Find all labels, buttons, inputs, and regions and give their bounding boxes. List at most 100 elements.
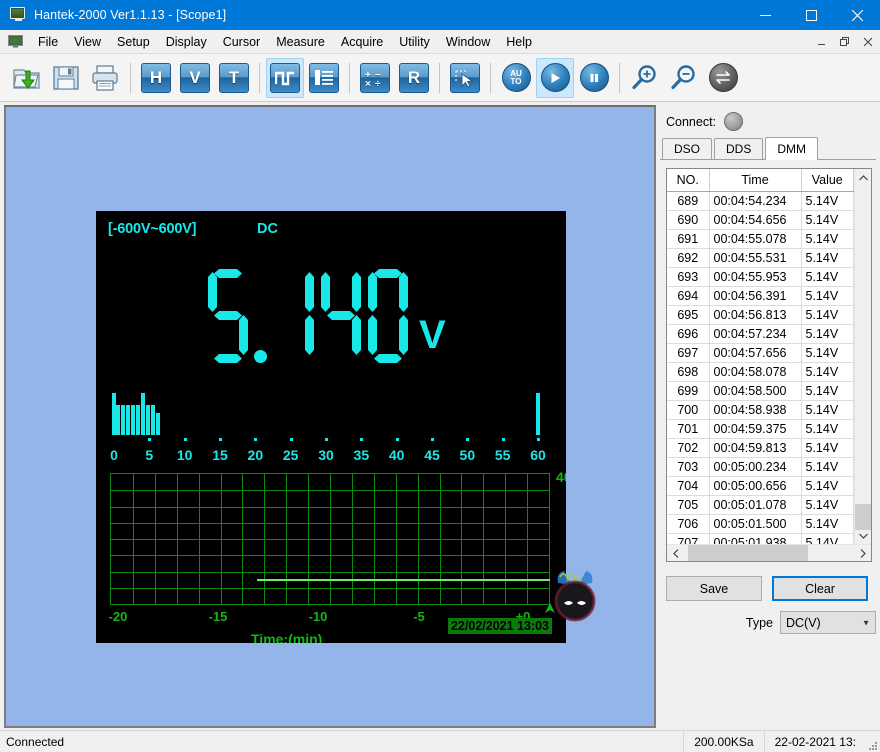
- toolbar-separator-2: [259, 62, 260, 93]
- table-row[interactable]: 706 00:05:01.500 5.14V: [667, 514, 854, 534]
- close-button[interactable]: [834, 0, 880, 30]
- voltage-trend-chart: [110, 473, 550, 605]
- cell-value: 5.14V: [801, 514, 854, 534]
- menu-window[interactable]: Window: [438, 32, 498, 52]
- cell-time: 00:04:58.500: [709, 381, 802, 401]
- cell-value: 5.14V: [801, 362, 854, 382]
- trend-xtick-1: -15: [208, 609, 228, 624]
- table-row[interactable]: 698 00:04:58.078 5.14V: [667, 362, 854, 382]
- measure-list-button[interactable]: [305, 58, 343, 98]
- scroll-thumb[interactable]: [855, 504, 871, 530]
- menu-display[interactable]: Display: [158, 32, 215, 52]
- panel-tabstrip: DSO DDS DMM: [660, 137, 876, 160]
- table-horizontal-scrollbar[interactable]: [667, 544, 871, 561]
- column-header-value[interactable]: Value: [801, 169, 854, 192]
- trigger-glyph: T: [228, 67, 240, 87]
- table-header-row: NO. Time Value: [667, 169, 854, 192]
- trend-ymax-label: 40V: [556, 469, 566, 485]
- table-row[interactable]: 697 00:04:57.656 5.14V: [667, 343, 854, 363]
- maximize-button[interactable]: [788, 0, 834, 30]
- table-row[interactable]: 707 00:05:01.938 5.14V: [667, 533, 854, 544]
- connect-led-icon: [724, 112, 744, 131]
- table-vertical-scrollbar[interactable]: [854, 169, 871, 544]
- table-row[interactable]: 699 00:04:58.500 5.14V: [667, 381, 854, 401]
- decimal-point: [253, 267, 269, 365]
- scroll-up-arrow-icon[interactable]: [855, 169, 871, 186]
- table-row[interactable]: 690 00:04:54.656 5.14V: [667, 210, 854, 230]
- menu-file[interactable]: File: [30, 32, 66, 52]
- zoom-out-button[interactable]: [665, 58, 703, 98]
- tab-dso[interactable]: DSO: [662, 138, 713, 159]
- cursor-select-icon: [450, 62, 480, 93]
- print-button[interactable]: [86, 58, 124, 98]
- auto-button[interactable]: AU TO: [497, 58, 535, 98]
- column-header-time[interactable]: Time: [709, 169, 802, 192]
- child-minimize-button[interactable]: [811, 33, 833, 51]
- table-row[interactable]: 700 00:04:58.938 5.14V: [667, 400, 854, 420]
- scroll-track[interactable]: [855, 186, 871, 530]
- horizontal-button[interactable]: H: [137, 58, 175, 98]
- menu-help[interactable]: Help: [498, 32, 540, 52]
- refresh-button[interactable]: [704, 58, 742, 98]
- minimize-button[interactable]: [742, 0, 788, 30]
- run-button[interactable]: [536, 57, 574, 98]
- tab-dmm[interactable]: DMM: [765, 137, 819, 160]
- child-restore-button[interactable]: [834, 33, 856, 51]
- cell-time: 00:04:56.813: [709, 305, 802, 325]
- trigger-button[interactable]: T: [215, 58, 253, 98]
- dmm-reading: V: [206, 267, 446, 365]
- scroll-left-arrow-icon[interactable]: [667, 545, 684, 562]
- menu-cursor[interactable]: Cursor: [215, 32, 269, 52]
- vertical-button[interactable]: V: [176, 58, 214, 98]
- save-button[interactable]: [47, 58, 85, 98]
- hscroll-thumb[interactable]: [688, 544, 808, 561]
- table-row[interactable]: 692 00:04:55.531 5.14V: [667, 248, 854, 268]
- digit-5: [206, 267, 250, 365]
- table-row[interactable]: 705 00:05:01.078 5.14V: [667, 495, 854, 515]
- mdi-client-area[interactable]: [-600V~600V] DC V 0 5 10 15 20 25 30 35 …: [4, 105, 656, 728]
- cell-time: 00:04:58.078: [709, 362, 802, 382]
- pause-button[interactable]: [575, 58, 613, 98]
- table-row[interactable]: 703 00:05:00.234 5.14V: [667, 457, 854, 477]
- cell-value: 5.14V: [801, 248, 854, 268]
- bargraph-tick-label: 60: [530, 447, 546, 463]
- tab-dds[interactable]: DDS: [714, 138, 764, 159]
- waveform-button[interactable]: [266, 57, 304, 98]
- table-row[interactable]: 691 00:04:55.078 5.14V: [667, 229, 854, 249]
- menu-acquire[interactable]: Acquire: [333, 32, 391, 52]
- reference-glyph: R: [407, 67, 421, 87]
- resize-grip-icon[interactable]: [866, 731, 880, 752]
- menu-view[interactable]: View: [66, 32, 109, 52]
- scroll-right-arrow-icon[interactable]: [854, 545, 871, 562]
- table-row[interactable]: 702 00:04:59.813 5.14V: [667, 438, 854, 458]
- table-row[interactable]: 695 00:04:56.813 5.14V: [667, 305, 854, 325]
- cell-value: 5.14V: [801, 476, 854, 496]
- table-row[interactable]: 693 00:04:55.953 5.14V: [667, 267, 854, 287]
- cell-time: 00:04:59.375: [709, 419, 802, 439]
- table-row[interactable]: 704 00:05:00.656 5.14V: [667, 476, 854, 496]
- menu-measure[interactable]: Measure: [268, 32, 333, 52]
- cursor-select-button[interactable]: [446, 58, 484, 98]
- zoom-in-button[interactable]: [626, 58, 664, 98]
- open-file-icon: [13, 68, 40, 89]
- dmm-display-screen[interactable]: [-600V~600V] DC V 0 5 10 15 20 25 30 35 …: [96, 211, 566, 643]
- table-row[interactable]: 689 00:04:54.234 5.14V: [667, 191, 854, 211]
- type-select[interactable]: DC(V) ▼: [780, 611, 876, 634]
- reference-button[interactable]: R: [395, 58, 433, 98]
- save-log-button[interactable]: Save: [666, 576, 762, 601]
- table-row[interactable]: 701 00:04:59.375 5.14V: [667, 419, 854, 439]
- table-row[interactable]: 696 00:04:57.234 5.14V: [667, 324, 854, 344]
- hscroll-track[interactable]: [684, 544, 854, 561]
- dmm-log-columns: NO. Time Value 689 00:04:54.234 5.14V 690 00…: [667, 169, 854, 544]
- open-file-button[interactable]: [8, 58, 46, 98]
- body-area: [-600V~600V] DC V 0 5 10 15 20 25 30 35 …: [0, 102, 880, 730]
- dmm-log-table-container: NO. Time Value 689 00:04:54.234 5.14V 690 00…: [666, 168, 872, 562]
- menu-setup[interactable]: Setup: [109, 32, 158, 52]
- column-header-no[interactable]: NO.: [667, 169, 710, 192]
- child-close-button[interactable]: [857, 33, 879, 51]
- table-row[interactable]: 694 00:04:56.391 5.14V: [667, 286, 854, 306]
- cell-time: 00:04:58.938: [709, 400, 802, 420]
- menu-utility[interactable]: Utility: [391, 32, 438, 52]
- math-button[interactable]: + − × ÷: [356, 58, 394, 98]
- clear-log-button[interactable]: Clear: [772, 576, 868, 601]
